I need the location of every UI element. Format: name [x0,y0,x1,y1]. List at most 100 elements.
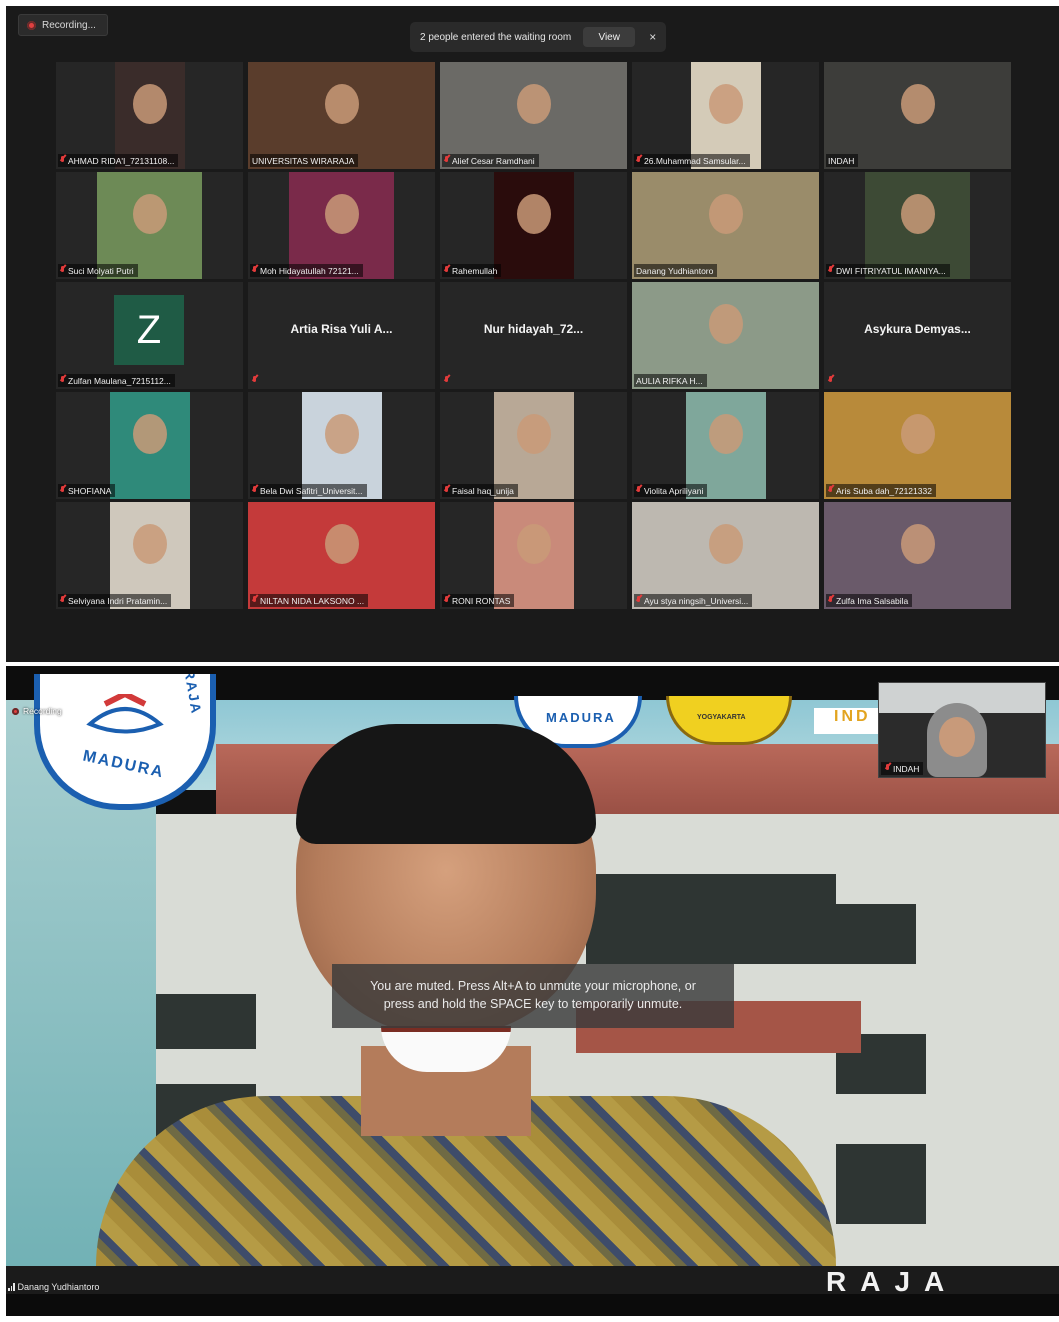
participant-name-label: RONI RONTAS [442,594,515,607]
participant-name: Danang Yudhiantoro [636,265,714,276]
active-speaker-name: Danang Yudhiantoro [17,1282,100,1292]
muted-mic-icon [252,376,257,385]
logo-emblem-icon [86,694,164,734]
participant-tile[interactable]: Zulfa Ima Salsabila [824,502,1011,609]
participant-name-label: Aris Suba dah_72121332 [826,484,936,497]
participant-tile[interactable]: INDAH [824,62,1011,169]
participant-video [248,62,435,169]
recording-indicator-small[interactable]: Recording [12,706,62,716]
participant-tile[interactable]: Asykura Demyas... [824,282,1011,389]
participant-name-label: Danang Yudhiantoro [634,264,718,277]
participant-name: 26.Muhammad Samsular... [644,155,746,166]
self-view-thumbnail[interactable]: INDAH [878,682,1046,778]
muted-mic-icon [828,376,833,385]
muted-mic-icon [828,486,833,495]
participant-avatar: Z [114,295,184,365]
gallery-view: Recording... 2 people entered the waitin… [6,6,1059,662]
recording-dot-icon [27,20,36,30]
recording-indicator[interactable]: Recording... [18,14,108,36]
close-icon[interactable]: × [649,30,656,44]
waiting-room-view-button[interactable]: View [583,27,636,47]
participant-name: Violita Apriliyani [644,485,704,496]
participant-video [824,392,1011,499]
participant-video [632,172,819,279]
participant-name: Suci Molyati Putri [68,265,134,276]
participant-name: Aris Suba dah_72121332 [836,485,932,496]
participant-tile[interactable]: Danang Yudhiantoro [632,172,819,279]
muted-mic-icon [444,376,449,385]
muted-mic-icon [828,596,833,605]
waiting-room-message: 2 people entered the waiting room [420,31,572,43]
participant-display-name: Artia Risa Yuli A... [290,322,393,336]
signal-strength-icon [8,1283,15,1291]
participant-name-label: NILTAN NIDA LAKSONO ... [250,594,369,607]
participant-name-label [250,374,261,387]
participant-name-label: INDAH [826,154,859,167]
waiting-room-notification: 2 people entered the waiting room View × [410,22,666,52]
participant-tile[interactable]: Selviyana Indri Pratamin... [56,502,243,609]
muted-mic-icon [60,156,65,165]
participant-tile[interactable]: Violita Apriliyani [632,392,819,499]
participant-tile[interactable]: 26.Muhammad Samsular... [632,62,819,169]
muted-notification: You are muted. Press Alt+A to unmute you… [332,964,734,1028]
speaker-view: MADURA RAJA MADURA YOGYAKARTA IND RAJA I… [6,666,1059,1316]
participant-video [289,172,394,279]
muted-mic-icon [444,266,449,275]
muted-mic-icon [60,596,65,605]
participant-video [301,392,382,499]
participant-name: Selviyana Indri Pratamin... [68,595,168,606]
participant-name-label: Ayu stya ningsih_Universi... [634,594,753,607]
participant-name-label: Suci Molyati Putri [58,264,138,277]
participant-tile[interactable]: AHMAD RIDA'I_72131108... [56,62,243,169]
participant-tile[interactable]: Suci Molyati Putri [56,172,243,279]
recording-label: Recording... [42,19,96,31]
participant-tile[interactable]: Ayu stya ningsih_Universi... [632,502,819,609]
muted-mic-icon [828,266,833,275]
recording-dot-icon [12,707,19,715]
participant-tile[interactable]: RONI RONTAS [440,502,627,609]
participant-name: Zulfa Ima Salsabila [836,595,909,606]
participant-video [97,172,202,279]
participant-display-name: Asykura Demyas... [864,322,971,336]
participant-name-label: Zulfa Ima Salsabila [826,594,913,607]
participant-video [865,172,970,279]
active-speaker-label: Danang Yudhiantoro [8,1280,99,1294]
participant-video [632,282,819,389]
participant-name: AULIA RIFKA H... [636,375,703,386]
participant-video [248,502,435,609]
participant-tile[interactable]: NILTAN NIDA LAKSONO ... [248,502,435,609]
participant-name: Alief Cesar Ramdhani [452,155,535,166]
participant-tile[interactable]: UNIVERSITAS WIRARAJA [248,62,435,169]
participant-name-label [442,374,453,387]
muted-mic-icon [636,156,641,165]
participant-tile[interactable]: AULIA RIFKA H... [632,282,819,389]
participant-name: INDAH [828,155,855,166]
participant-name-label: Rahemullah [442,264,502,277]
muted-notification-line1: You are muted. Press Alt+A to unmute you… [370,979,696,993]
participant-tile[interactable]: Alief Cesar Ramdhani [440,62,627,169]
participant-tile[interactable]: Artia Risa Yuli A... [248,282,435,389]
participant-tile[interactable]: DWI FITRIYATUL IMANIYA... [824,172,1011,279]
participant-tile[interactable]: Bela Dwi Safitri_Universit... [248,392,435,499]
participant-name-label: Faisal haq_unija [442,484,518,497]
participant-tile[interactable]: Rahemullah [440,172,627,279]
participant-video [493,502,574,609]
muted-mic-icon [60,376,65,385]
participant-name-label: SHOFIANA [58,484,116,497]
participant-tile[interactable]: Nur hidayah_72... [440,282,627,389]
participant-name-label: Moh Hidayatullah 72121... [250,264,363,277]
muted-mic-icon [60,486,65,495]
participant-name: Ayu stya ningsih_Universi... [644,595,749,606]
participant-video [824,502,1011,609]
participant-name-label: AHMAD RIDA'I_72131108... [58,154,179,167]
participant-video [493,172,574,279]
participant-tile[interactable]: Faisal haq_unija [440,392,627,499]
muted-mic-icon [60,266,65,275]
participant-video [824,62,1011,169]
participant-tile[interactable]: SHOFIANA [56,392,243,499]
participant-display-name: Nur hidayah_72... [483,322,584,336]
participant-tile[interactable]: Moh Hidayatullah 72121... [248,172,435,279]
participant-name-label: Violita Apriliyani [634,484,708,497]
participant-tile[interactable]: Aris Suba dah_72121332 [824,392,1011,499]
participant-tile[interactable]: Z Zulfan Maulana_7215112... [56,282,243,389]
